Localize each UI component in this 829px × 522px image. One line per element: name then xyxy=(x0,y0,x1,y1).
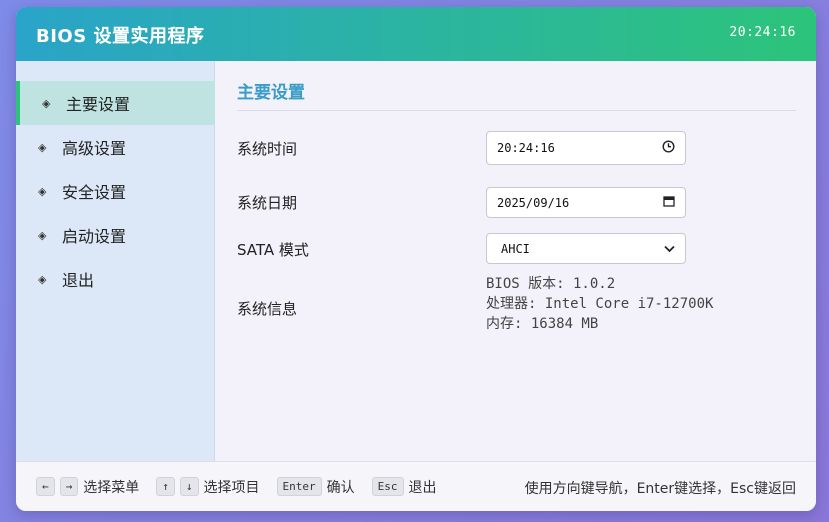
section-title: 主要设置 xyxy=(237,83,305,103)
key-right-arrow: → xyxy=(59,477,79,496)
system-time-value: 20:24:16 xyxy=(497,141,555,155)
diamond-bullet-icon: ◈ xyxy=(38,228,47,242)
hint-select-menu: ← → 选择菜单 xyxy=(36,477,139,497)
sidebar-item-label: 启动设置 xyxy=(62,227,127,246)
bios-version-text: BIOS 版本: 1.0.2 xyxy=(486,276,616,292)
key-down-arrow: ↓ xyxy=(179,477,199,496)
key-enter: Enter xyxy=(276,477,322,496)
sidebar-menu: ◈ 主要设置 ◈ 高级设置 ◈ 安全设置 ◈ 启动设置 ◈ 退出 xyxy=(16,61,215,461)
footer-bar: ← → 选择菜单 ↑ ↓ 选择项目 Enter 确认 Esc 退出 使用方向键导… xyxy=(16,461,816,511)
hint-label: 退出 xyxy=(408,479,437,496)
sidebar-item-security[interactable]: ◈ 安全设置 xyxy=(16,169,215,213)
chevron-down-icon xyxy=(664,242,675,256)
diamond-bullet-icon: ◈ xyxy=(38,272,47,286)
main-panel: 主要设置 系统时间 20:24:16 系统日期 2025/09/16 SATA … xyxy=(216,61,816,461)
system-date-label: 系统日期 xyxy=(237,194,298,212)
sata-mode-value: AHCI xyxy=(501,241,530,256)
system-info-block: BIOS 版本: 1.0.2 处理器: Intel Core i7-12700K… xyxy=(486,274,713,334)
system-time-label: 系统时间 xyxy=(237,140,298,158)
memory-text: 内存: 16384 MB xyxy=(486,316,599,332)
app-title: BIOS 设置实用程序 xyxy=(36,26,205,47)
sidebar-item-boot[interactable]: ◈ 启动设置 xyxy=(16,213,215,257)
key-esc: Esc xyxy=(371,477,404,496)
hint-exit: Esc 退出 xyxy=(371,477,437,497)
calendar-icon[interactable] xyxy=(663,195,675,210)
header-clock: 20:24:16 xyxy=(729,25,796,40)
system-date-value: 2025/09/16 xyxy=(497,195,570,210)
clock-icon[interactable] xyxy=(662,140,675,156)
sidebar-item-label: 安全设置 xyxy=(62,183,127,202)
diamond-bullet-icon: ◈ xyxy=(42,96,51,110)
sidebar-item-label: 高级设置 xyxy=(62,139,127,158)
key-left-arrow: ← xyxy=(36,477,55,496)
system-info-label: 系统信息 xyxy=(237,300,298,318)
diamond-bullet-icon: ◈ xyxy=(38,184,47,198)
sidebar-item-exit[interactable]: ◈ 退出 xyxy=(16,257,215,301)
system-time-input[interactable]: 20:24:16 xyxy=(486,131,686,165)
processor-text: 处理器: Intel Core i7-12700K xyxy=(486,296,714,312)
hint-label: 选择项目 xyxy=(203,479,260,496)
sata-mode-select[interactable]: AHCI xyxy=(486,233,686,264)
hint-label: 确认 xyxy=(326,479,355,496)
diamond-bullet-icon: ◈ xyxy=(38,140,47,154)
sidebar-item-label: 退出 xyxy=(62,271,95,290)
hint-label: 选择菜单 xyxy=(83,479,140,496)
section-divider xyxy=(237,110,796,111)
sidebar-item-main[interactable]: ◈ 主要设置 xyxy=(16,81,215,125)
footer-help-text: 使用方向键导航，Enter键选择，Esc键返回 xyxy=(524,481,796,497)
hint-confirm: Enter 确认 xyxy=(276,477,355,497)
hint-select-item: ↑ ↓ 选择项目 xyxy=(156,477,260,497)
system-date-input[interactable]: 2025/09/16 xyxy=(486,187,686,218)
bios-window: BIOS 设置实用程序 20:24:16 ◈ 主要设置 ◈ 高级设置 ◈ 安全设… xyxy=(16,7,816,511)
sidebar-item-label: 主要设置 xyxy=(66,95,131,114)
sata-mode-label: SATA 模式 xyxy=(237,241,309,259)
sidebar-item-advanced[interactable]: ◈ 高级设置 xyxy=(16,125,215,169)
key-up-arrow: ↑ xyxy=(156,477,175,496)
title-bar: BIOS 设置实用程序 20:24:16 xyxy=(16,7,816,61)
